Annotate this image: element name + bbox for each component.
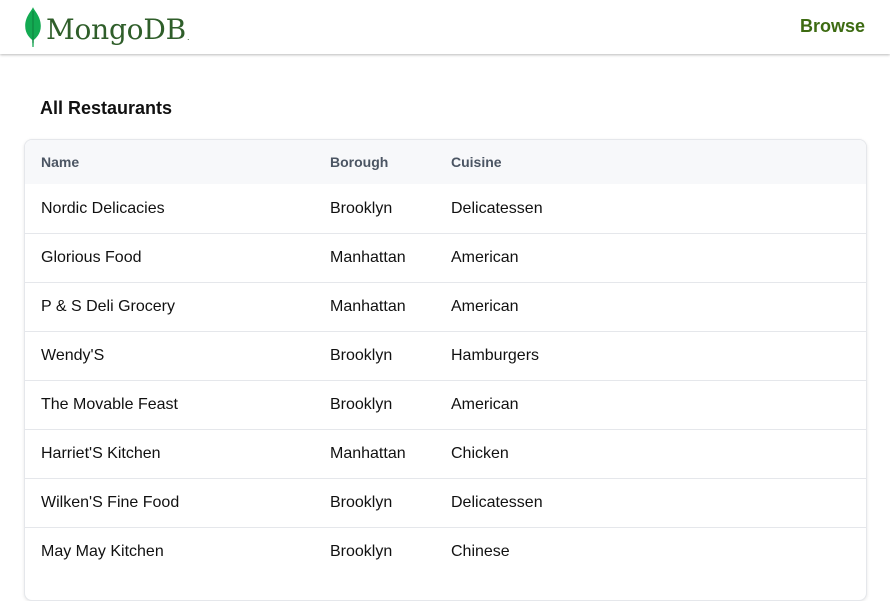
table-row: Harriet'S Kitchen Manhattan Chicken (25, 429, 866, 479)
table-row: P & S Deli Grocery Manhattan American (25, 282, 866, 332)
restaurants-table-card: Name Borough Cuisine Nordic Delicacies B… (24, 139, 867, 601)
cell-name: P & S Deli Grocery (25, 282, 314, 332)
cell-borough: Brooklyn (314, 527, 435, 576)
table-row: May May Kitchen Brooklyn Chinese (25, 527, 866, 576)
cell-borough: Manhattan (314, 282, 435, 332)
cell-name: Glorious Food (25, 233, 314, 283)
cell-name: Harriet'S Kitchen (25, 429, 314, 479)
cell-borough: Manhattan (314, 429, 435, 479)
cell-cuisine: American (435, 380, 866, 430)
table-row: Wendy'S Brooklyn Hamburgers (25, 331, 866, 381)
cell-name: Nordic Delicacies (41, 199, 165, 217)
column-header-name: Name (41, 154, 80, 170)
cell-cuisine: American (435, 282, 866, 332)
cell-cuisine: Delicatessen (451, 199, 543, 217)
cell-cuisine: Delicatessen (435, 478, 866, 528)
mongodb-leaf-icon (25, 7, 41, 47)
cell-name: Wendy'S (25, 331, 314, 381)
cell-cuisine: Chinese (435, 527, 866, 576)
navbar: MongoDB. Browse (0, 0, 890, 54)
brand-name: MongoDB (46, 13, 186, 46)
browse-link[interactable]: Browse (800, 16, 865, 37)
cell-borough: Manhattan (314, 233, 435, 283)
cell-cuisine: American (435, 233, 866, 283)
cell-borough: Brooklyn (314, 331, 435, 381)
mongodb-logo-link[interactable]: MongoDB. (24, 6, 189, 48)
cell-name: May May Kitchen (25, 527, 314, 576)
cell-cuisine: Hamburgers (435, 331, 866, 381)
table-row: The Movable Feast Brooklyn American (25, 380, 866, 430)
page-title: All Restaurants (40, 98, 173, 118)
cell-name: Wilken'S Fine Food (25, 478, 314, 528)
table-row: Wilken'S Fine Food Brooklyn Delicatessen (25, 478, 866, 528)
cell-cuisine: Chicken (435, 429, 866, 479)
table-row: Nordic Delicacies Brooklyn Delicatessen (25, 184, 866, 234)
cell-borough: Brooklyn (314, 380, 435, 430)
cell-name: The Movable Feast (25, 380, 314, 430)
column-header-cuisine: Cuisine (451, 154, 502, 170)
brand-trademark-mark: . (186, 32, 190, 42)
column-header-borough: Borough (330, 154, 389, 170)
cell-borough: Brooklyn (314, 478, 435, 528)
table-header-row: Name Borough Cuisine (25, 140, 866, 184)
cell-borough: Brooklyn (330, 199, 393, 217)
table-row: Glorious Food Manhattan American (25, 233, 866, 283)
restaurants-table: Name Borough Cuisine Nordic Delicacies B… (25, 140, 866, 576)
